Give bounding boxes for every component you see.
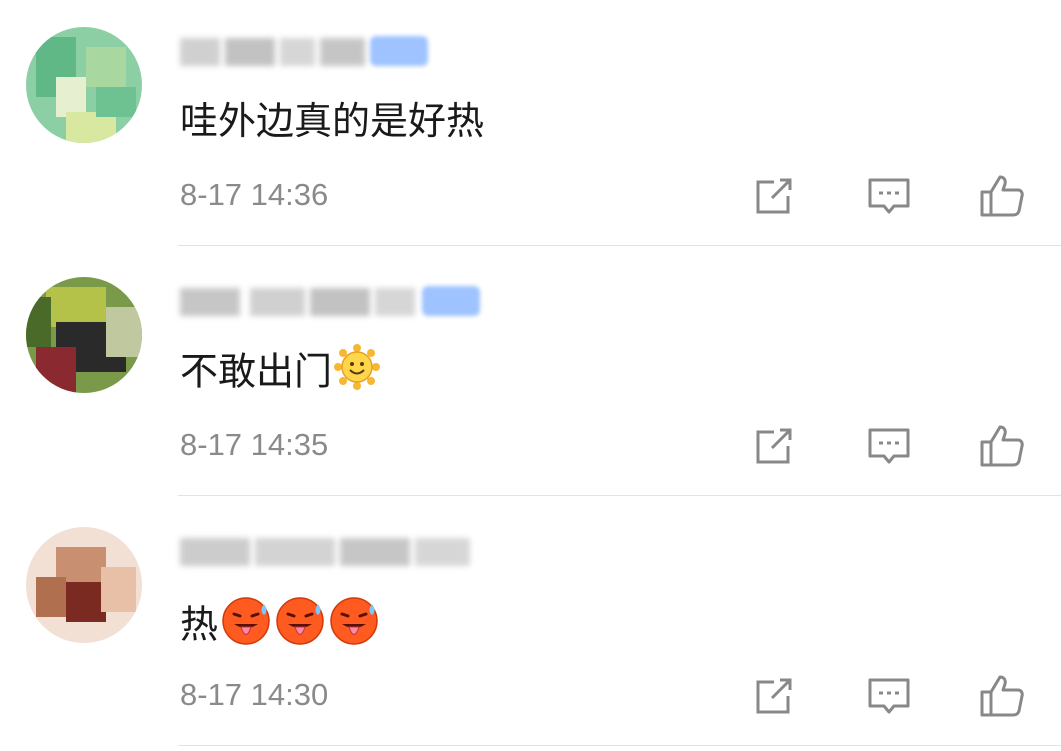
- comment-text: 哇外边真的是好热: [180, 99, 485, 143]
- share-icon: [756, 428, 792, 464]
- like-button[interactable]: [978, 172, 1026, 220]
- share-button[interactable]: [750, 422, 798, 470]
- hot-face-emoji: [274, 594, 326, 660]
- hot-face-emoji: [328, 594, 380, 660]
- comment-time: 8-17 14:30: [180, 677, 329, 712]
- comment-time: 8-17 14:36: [180, 177, 329, 212]
- share-button[interactable]: [750, 172, 798, 220]
- share-button[interactable]: [750, 672, 798, 720]
- like-button[interactable]: [978, 672, 1026, 720]
- share-icon: [756, 678, 792, 714]
- divider: [178, 495, 1061, 496]
- comment-item: 哇外边真的是好热 8-17 14:36: [0, 0, 1061, 250]
- share-icon: [756, 178, 792, 214]
- avatar[interactable]: [26, 277, 142, 393]
- smiling-sun-emoji: [334, 344, 381, 404]
- comment-icon: [868, 178, 910, 214]
- comment-icon: [868, 678, 910, 714]
- divider: [178, 745, 1061, 746]
- hot-face-emoji: [220, 594, 272, 660]
- reply-button[interactable]: [865, 172, 913, 220]
- reply-button[interactable]: [865, 422, 913, 470]
- member-badge: [422, 286, 480, 316]
- comment-text: 不敢出门: [180, 344, 381, 404]
- divider: [178, 245, 1061, 246]
- like-button[interactable]: [978, 422, 1026, 470]
- avatar[interactable]: [26, 27, 142, 143]
- thumbs-up-icon: [980, 675, 1024, 717]
- thumbs-up-icon: [980, 175, 1024, 217]
- thumbs-up-icon: [980, 425, 1024, 467]
- avatar[interactable]: [26, 527, 142, 643]
- comment-item: 热 8-17 14:30: [0, 500, 1061, 750]
- reply-button[interactable]: [865, 672, 913, 720]
- comment-item: 不敢出门 8-17 14:35: [0, 250, 1061, 500]
- username[interactable]: [180, 534, 470, 570]
- comment-time: 8-17 14:35: [180, 427, 329, 462]
- comment-text: 热: [180, 594, 380, 660]
- username[interactable]: [180, 284, 440, 320]
- member-badge: [370, 36, 428, 66]
- comment-icon: [868, 428, 910, 464]
